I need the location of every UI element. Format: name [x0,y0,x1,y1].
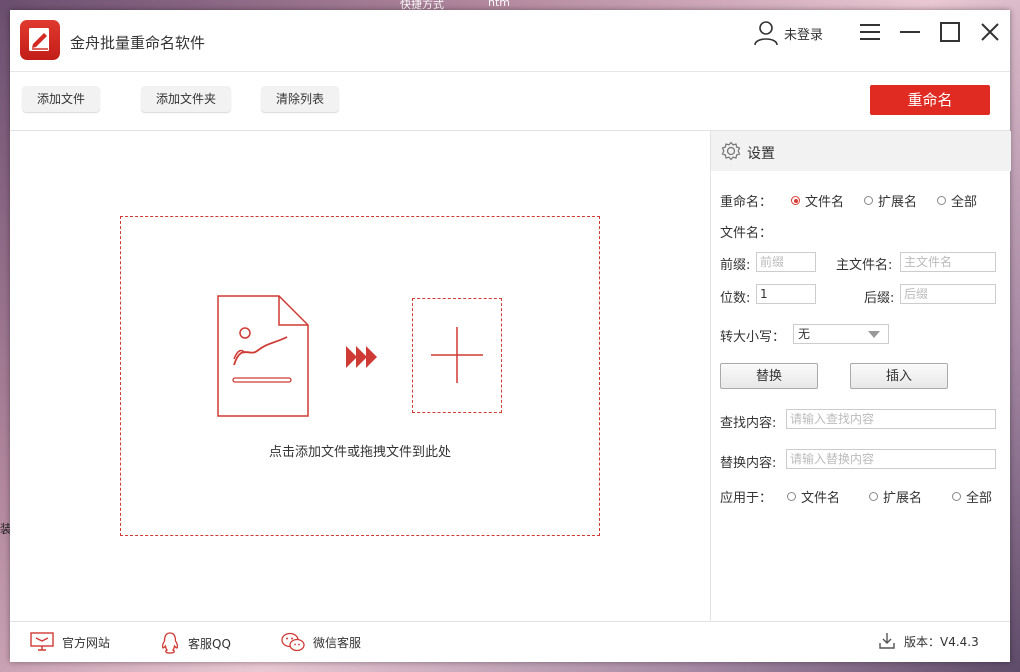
rename-option-extension[interactable]: 扩展名 [864,191,917,210]
suffix-input[interactable] [900,284,996,304]
rename-option-filename[interactable]: 文件名 [791,191,844,210]
app-window: 金舟批量重命名软件 未登录 添加文件 添加文件夹 清除列表 重命名 点击添加文件… [10,10,1011,663]
gear-icon [721,141,741,161]
user-login[interactable]: 未登录 [752,18,823,48]
apply-to-label: 应用于： [720,491,773,506]
settings-title: 设置 [747,146,775,162]
dropdown-arrow-icon [868,331,880,338]
close-button[interactable] [978,20,1002,44]
official-website-label: 官方网站 [62,635,111,650]
plus-icon [431,327,483,383]
radio-dot [787,492,796,501]
radio-label: 全部 [951,195,978,210]
menu-button[interactable] [858,20,882,44]
find-input[interactable] [786,409,996,429]
radio-dot [864,196,873,205]
add-folder-button[interactable]: 添加文件夹 [141,86,232,112]
app-logo-icon [20,20,60,60]
maximize-icon [940,22,960,42]
replace-input[interactable] [786,449,996,469]
drop-zone[interactable]: 点击添加文件或拖拽文件到此处 [120,216,600,536]
minimize-icon [900,31,920,33]
arrows-icon [346,346,377,368]
radio-dot [952,492,961,501]
digits-label: 位数: [720,291,751,306]
add-file-button[interactable]: 添加文件 [22,86,101,112]
version-label: 版本：V4.4.3 [904,634,979,649]
user-icon [754,21,778,46]
wechat-support-label: 微信客服 [313,635,362,650]
digits-input[interactable] [756,284,816,304]
radio-label: 扩展名 [878,195,918,210]
official-website-link[interactable]: 官方网站 [30,632,110,652]
maximize-button[interactable] [938,20,962,44]
apply-option-all[interactable]: 全部 [952,487,992,506]
prefix-input[interactable] [756,252,816,272]
radio-label: 扩展名 [883,491,923,506]
replace-with-label: 替换内容: [720,456,777,471]
main-name-label: 主文件名: [836,258,893,273]
rename-option-all[interactable]: 全部 [937,191,977,210]
qq-support-link[interactable]: 客服QQ [160,632,231,654]
radio-dot [869,492,878,501]
drop-hint-text: 点击添加文件或拖拽文件到此处 [268,445,451,460]
settings-header: 设置 [711,131,1011,171]
document-icon [217,295,309,417]
radio-label: 文件名 [805,195,845,210]
find-label: 查找内容: [720,416,777,431]
wechat-icon [281,632,305,652]
toolbar: 添加文件 添加文件夹 清除列表 重命名 [10,72,1010,131]
main-name-input[interactable] [900,252,996,272]
filename-section-label: 文件名： [720,226,773,241]
rename-button[interactable]: 重命名 [870,85,990,115]
radio-label: 全部 [966,491,993,506]
replace-button[interactable]: 替换 [720,363,818,389]
qq-support-label: 客服QQ [188,636,231,651]
menu-icon [860,24,880,40]
suffix-label: 后缀: [864,291,895,306]
rename-mode-label: 重命名： [720,195,773,210]
download-icon [879,633,895,649]
apply-option-filename[interactable]: 文件名 [787,487,840,506]
qq-icon [161,632,179,654]
radio-dot [937,196,946,205]
clear-list-button[interactable]: 清除列表 [261,86,340,112]
minimize-button[interactable] [898,20,922,44]
case-select[interactable]: 无 [793,324,889,344]
user-login-label: 未登录 [784,27,824,43]
file-list-area: 点击添加文件或拖拽文件到此处 [10,131,710,621]
case-select-value: 无 [798,327,811,341]
case-label: 转大小写： [720,330,786,345]
title-bar: 金舟批量重命名软件 未登录 [10,10,1010,72]
version-info: 版本：V4.4.3 [878,632,979,650]
insert-button[interactable]: 插入 [850,363,948,389]
monitor-icon [30,632,54,651]
desktop-file-label: htm [488,0,510,9]
settings-panel: 设置 重命名： 文件名 扩展名 全部 文件名： 前缀: 主文件名: 位数: 后缀… [710,131,1011,621]
radio-label: 文件名 [801,491,841,506]
close-icon [981,23,999,41]
footer-bar: 官方网站 客服QQ 微信客服 版本：V4.4.3 [10,621,1010,663]
prefix-label: 前缀: [720,258,751,273]
app-title: 金舟批量重命名软件 [70,34,206,52]
wechat-support-link[interactable]: 微信客服 [281,632,361,652]
radio-dot-selected [791,196,800,205]
apply-option-extension[interactable]: 扩展名 [869,487,922,506]
add-file-target[interactable] [412,298,502,413]
